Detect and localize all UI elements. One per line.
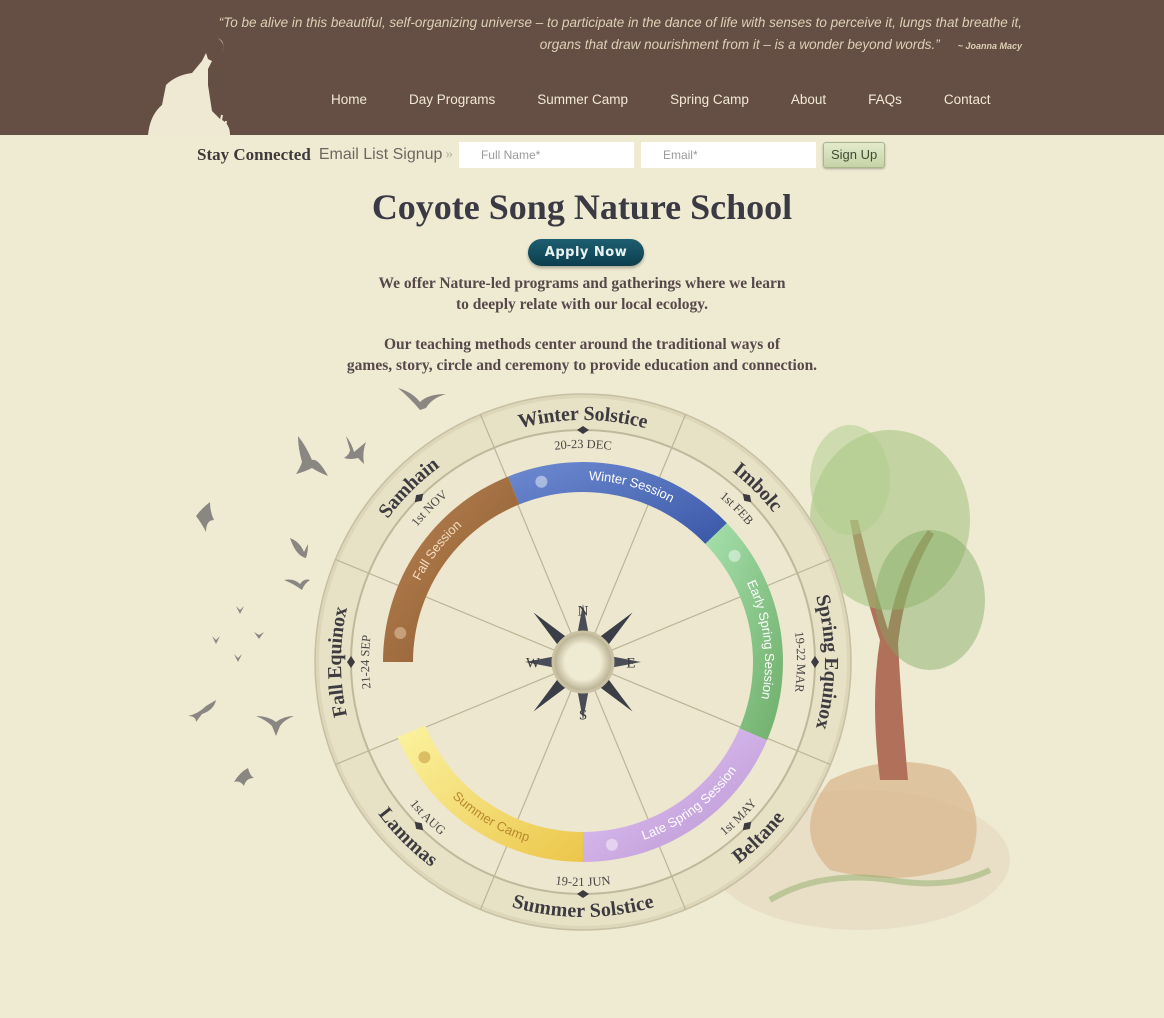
- flower-icon: [605, 838, 618, 851]
- compass-letter-n: N: [578, 603, 589, 619]
- station-date: 19-21 JUN: [555, 873, 611, 889]
- snowflake-icon: [535, 475, 548, 488]
- compass-letter-e: E: [626, 655, 635, 671]
- station-date: 21-24 SEP: [358, 634, 374, 690]
- station-date: 19-22 MAR: [792, 631, 808, 694]
- maple-leaf-icon: [394, 627, 407, 640]
- seasonal-wheel: Winter SessionEarly Spring SessionLate S…: [314, 393, 852, 931]
- compass-letter-s: S: [579, 707, 587, 723]
- compass-letter-w: W: [526, 655, 541, 671]
- compass-center: [551, 630, 615, 694]
- leaf-icon: [728, 549, 741, 562]
- station-date: 20-23 DEC: [553, 437, 612, 453]
- sun-icon: [418, 751, 431, 764]
